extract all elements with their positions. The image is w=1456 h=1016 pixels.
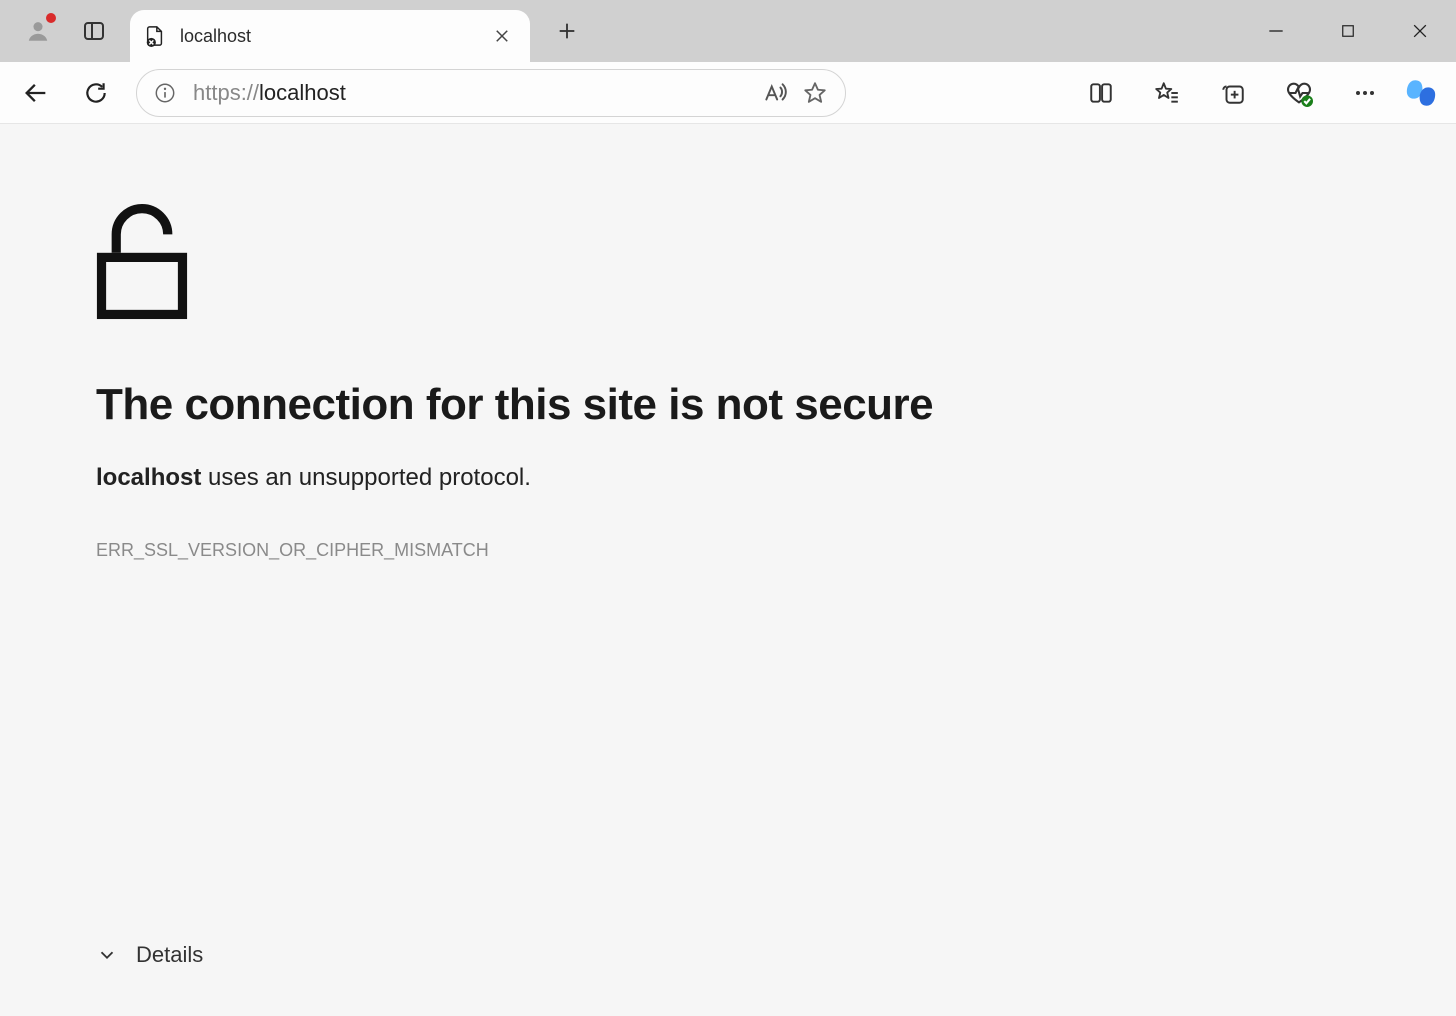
read-aloud-icon bbox=[762, 80, 788, 106]
url-scheme: https:// bbox=[193, 80, 259, 105]
settings-menu-button[interactable] bbox=[1332, 69, 1398, 117]
details-toggle[interactable]: Details bbox=[96, 942, 203, 968]
url-host: localhost bbox=[259, 80, 346, 105]
close-icon bbox=[1410, 21, 1430, 41]
read-aloud-button[interactable] bbox=[755, 73, 795, 113]
back-button[interactable] bbox=[8, 69, 64, 117]
window-controls bbox=[1240, 0, 1456, 62]
split-screen-icon bbox=[1088, 80, 1114, 106]
favorites-button[interactable] bbox=[1134, 69, 1200, 117]
tab-favicon bbox=[144, 25, 166, 47]
tab-title: localhost bbox=[180, 26, 488, 47]
refresh-button[interactable] bbox=[68, 69, 124, 117]
tab-actions-icon bbox=[82, 19, 106, 43]
minimize-icon bbox=[1266, 21, 1286, 41]
browser-tab[interactable]: localhost bbox=[130, 10, 530, 62]
tab-close-button[interactable] bbox=[488, 22, 516, 50]
error-message: localhost uses an unsupported protocol. bbox=[96, 464, 1360, 492]
tab-actions-button[interactable] bbox=[78, 15, 110, 47]
copilot-button[interactable] bbox=[1402, 74, 1440, 112]
error-page: The connection for this site is not secu… bbox=[8, 132, 1448, 1008]
more-icon bbox=[1353, 81, 1377, 105]
address-bar[interactable]: https://localhost bbox=[136, 69, 846, 117]
document-error-icon bbox=[144, 25, 166, 47]
toolbar-right bbox=[1068, 69, 1448, 117]
profile-button[interactable] bbox=[22, 15, 54, 47]
minimize-button[interactable] bbox=[1240, 0, 1312, 62]
error-host: localhost bbox=[96, 464, 201, 491]
error-code: ERR_SSL_VERSION_OR_CIPHER_MISMATCH bbox=[96, 540, 1360, 561]
copilot-icon bbox=[1404, 76, 1438, 110]
plus-icon bbox=[556, 20, 578, 42]
error-heading: The connection for this site is not secu… bbox=[96, 380, 1360, 430]
site-info-button[interactable] bbox=[147, 75, 183, 111]
maximize-button[interactable] bbox=[1312, 0, 1384, 62]
close-icon bbox=[493, 27, 511, 45]
new-tab-button[interactable] bbox=[544, 8, 590, 54]
error-message-suffix: uses an unsupported protocol. bbox=[201, 464, 531, 491]
open-lock-icon bbox=[96, 202, 188, 322]
info-icon bbox=[154, 82, 176, 104]
browser-essentials-button[interactable] bbox=[1266, 69, 1332, 117]
url-text[interactable]: https://localhost bbox=[183, 80, 755, 106]
titlebar-left bbox=[0, 15, 110, 47]
maximize-icon bbox=[1339, 22, 1357, 40]
star-icon bbox=[802, 80, 828, 106]
notification-dot-icon bbox=[46, 13, 56, 23]
star-list-icon bbox=[1154, 80, 1180, 106]
titlebar: localhost bbox=[0, 0, 1456, 62]
collections-icon bbox=[1220, 80, 1246, 106]
arrow-left-icon bbox=[22, 79, 50, 107]
collections-button[interactable] bbox=[1200, 69, 1266, 117]
heart-pulse-icon bbox=[1285, 79, 1313, 107]
split-screen-button[interactable] bbox=[1068, 69, 1134, 117]
viewport: The connection for this site is not secu… bbox=[0, 124, 1456, 1016]
refresh-icon bbox=[83, 80, 109, 106]
chevron-down-icon bbox=[96, 944, 118, 966]
favorite-button[interactable] bbox=[795, 73, 835, 113]
toolbar: https://localhost bbox=[0, 62, 1456, 124]
insecure-lock-icon bbox=[96, 202, 1360, 322]
details-label: Details bbox=[136, 942, 203, 968]
close-window-button[interactable] bbox=[1384, 0, 1456, 62]
